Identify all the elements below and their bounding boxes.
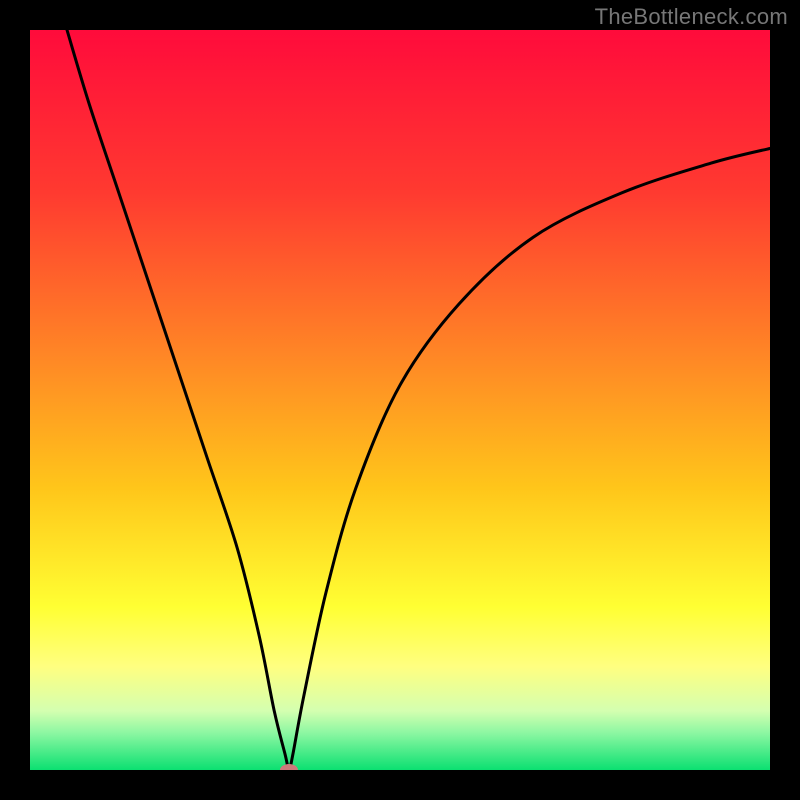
bottleneck-curve	[67, 30, 770, 770]
optimal-point-marker	[280, 764, 298, 770]
plot-area	[30, 30, 770, 770]
curve-layer	[30, 30, 770, 770]
chart-frame: TheBottleneck.com	[0, 0, 800, 800]
watermark-text: TheBottleneck.com	[595, 4, 788, 30]
